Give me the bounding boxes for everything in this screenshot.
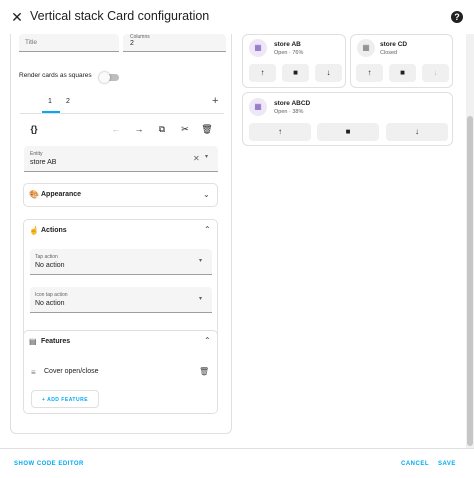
cut-icon[interactable]: ✂ — [179, 124, 191, 135]
move-back-icon[interactable]: ← — [110, 124, 122, 134]
open-button[interactable]: ↑ — [249, 123, 311, 141]
cancel-button[interactable]: CANCEL — [401, 461, 429, 467]
tap-action-select[interactable]: Tap action No action ▾ — [30, 249, 212, 275]
window-shutter-open-icon: ▦ — [249, 39, 267, 57]
close-cover-button[interactable]: ↓ — [422, 64, 449, 82]
icon-tap-action-value: No action — [35, 300, 65, 307]
icon-tap-action-select[interactable]: Icon tap action No action ▾ — [30, 287, 212, 313]
feature-item: Cover open/close — [44, 368, 99, 375]
entity-picker[interactable]: Entity store AB ✕ ▾ — [24, 146, 218, 172]
window-shutter-open-icon: ▦ — [249, 98, 267, 116]
stop-button[interactable]: ■ — [317, 123, 379, 141]
preview-card-state: Open · 38% — [274, 109, 304, 115]
delete-feature-icon[interactable]: 🗑 — [199, 367, 209, 376]
features-title: Features — [41, 338, 71, 345]
open-button[interactable]: ↑ — [356, 64, 383, 82]
window-shutter-icon: ▦ — [357, 39, 375, 57]
render-squares-label: Render cards as squares — [19, 72, 92, 79]
actions-title: Actions — [41, 227, 67, 234]
scrollbar-thumb[interactable] — [467, 116, 473, 446]
dropdown-icon[interactable]: ▾ — [199, 257, 202, 264]
tap-action-value: No action — [35, 262, 65, 269]
gesture-tap-icon: ☝ — [29, 226, 39, 235]
appearance-title: Appearance — [41, 191, 82, 198]
drag-handle-icon[interactable]: ≡ — [31, 368, 36, 377]
open-button[interactable]: ↑ — [249, 64, 276, 82]
chevron-up-icon[interactable]: ⌃ — [204, 336, 211, 345]
preview-card-name: store ABCD — [274, 100, 311, 107]
tap-action-label: Tap action — [35, 254, 58, 260]
chevron-up-icon[interactable]: ⌃ — [204, 225, 211, 234]
preview-card-state: Closed — [380, 50, 398, 56]
help-icon[interactable]: ? — [451, 11, 463, 23]
toggle-knob[interactable] — [99, 72, 110, 83]
close-cover-button[interactable]: ↓ — [386, 123, 448, 141]
columns-field[interactable]: Columns 2 — [123, 34, 226, 52]
preview-card-name: store CD — [380, 41, 408, 48]
add-card-icon[interactable]: + — [212, 95, 218, 107]
entity-value: store AB — [30, 159, 57, 166]
close-cover-button[interactable]: ↓ — [315, 64, 342, 82]
preview-card-store-cd[interactable]: ▦ store CD Closed ↑ ■ ↓ — [350, 34, 453, 88]
preview-card-state: Open · 76% — [274, 50, 304, 56]
dropdown-icon[interactable]: ▾ — [205, 153, 208, 160]
save-button[interactable]: SAVE — [438, 461, 456, 467]
icon-tap-action-label: Icon tap action — [35, 292, 68, 298]
stop-button[interactable]: ■ — [389, 64, 416, 82]
copy-icon[interactable]: ⧉ — [156, 124, 168, 135]
preview-card-store-ab[interactable]: ▦ store AB Open · 76% ↑ ■ ↓ — [242, 34, 346, 88]
title-label: Title — [25, 39, 38, 46]
add-feature-label: ADD FEATURE — [47, 397, 89, 403]
delete-icon[interactable]: 🗑 — [201, 124, 213, 135]
add-feature-button[interactable]: + ADD FEATURE — [31, 390, 99, 408]
close-icon[interactable]: ✕ — [9, 9, 25, 25]
columns-value: 2 — [130, 40, 134, 47]
move-forward-icon[interactable]: → — [133, 124, 145, 134]
dialog-footer: SHOW CODE EDITOR CANCEL SAVE — [0, 448, 474, 478]
palette-icon: 🎨 — [29, 190, 39, 199]
code-icon[interactable]: {} — [28, 124, 40, 134]
entity-label: Entity — [30, 151, 43, 157]
list-box-icon: ▤ — [29, 337, 37, 346]
dialog-header: ✕ Vertical stack Card configuration ? — [0, 0, 474, 34]
preview-card-name: store AB — [274, 41, 301, 48]
chevron-down-icon[interactable]: ⌄ — [203, 190, 210, 199]
title-field[interactable]: Title — [19, 34, 119, 52]
stop-button[interactable]: ■ — [282, 64, 309, 82]
dropdown-icon[interactable]: ▾ — [199, 295, 202, 302]
appearance-panel[interactable]: 🎨 Appearance ⌄ — [23, 183, 218, 207]
clear-icon[interactable]: ✕ — [193, 154, 200, 163]
preview-card-store-abcd[interactable]: ▦ store ABCD Open · 38% ↑ ■ ↓ — [242, 92, 453, 146]
tab-divider — [20, 113, 224, 114]
tab-1[interactable]: 1 — [48, 98, 52, 105]
dialog-content: Title Columns 2 Render cards as squares … — [0, 34, 474, 448]
show-code-editor-button[interactable]: SHOW CODE EDITOR — [14, 461, 84, 467]
dialog-title: Vertical stack Card configuration — [30, 9, 210, 23]
tab-2[interactable]: 2 — [66, 98, 70, 105]
